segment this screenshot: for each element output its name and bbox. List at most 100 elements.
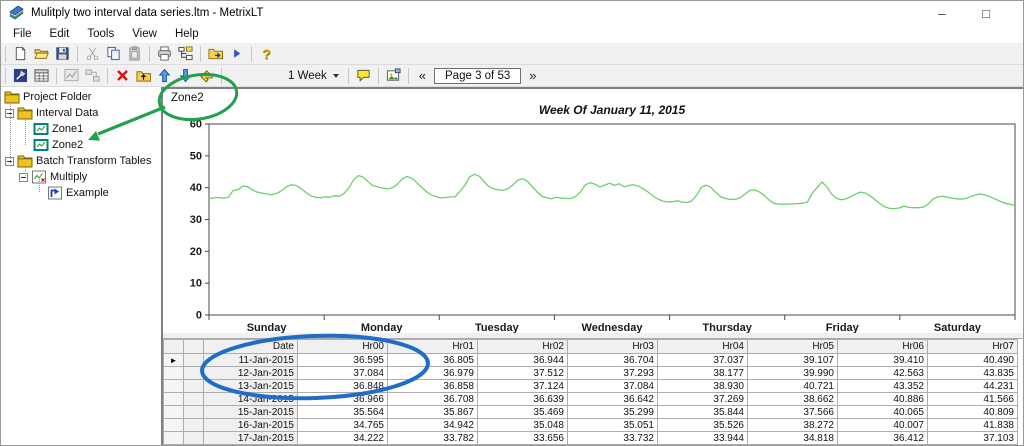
print-button[interactable] xyxy=(154,44,175,63)
value-cell[interactable]: 36.858 xyxy=(388,380,478,393)
value-cell[interactable]: 35.844 xyxy=(658,406,748,419)
empty-cell[interactable] xyxy=(658,445,748,446)
value-cell[interactable]: 33.782 xyxy=(388,432,478,445)
value-cell[interactable]: 36.805 xyxy=(388,354,478,367)
value-cell[interactable]: 41.838 xyxy=(928,419,1018,432)
value-cell[interactable]: 36.966 xyxy=(298,393,388,406)
column-header-date[interactable]: Date xyxy=(204,340,298,354)
new-button[interactable] xyxy=(10,44,31,63)
date-cell[interactable]: 12-Jan-2015 xyxy=(204,367,298,380)
value-cell[interactable]: 37.566 xyxy=(748,406,838,419)
value-cell[interactable]: 33.656 xyxy=(478,432,568,445)
value-cell[interactable]: 36.642 xyxy=(568,393,658,406)
value-cell[interactable]: 38.272 xyxy=(748,419,838,432)
row-header-spacer[interactable] xyxy=(184,367,204,380)
value-cell[interactable]: 38.177 xyxy=(658,367,748,380)
value-cell[interactable]: 36.412 xyxy=(838,432,928,445)
row-indicator-cell[interactable] xyxy=(164,393,184,406)
value-cell[interactable]: 39.990 xyxy=(748,367,838,380)
value-cell[interactable]: 37.512 xyxy=(478,367,568,380)
column-header-hr00[interactable]: Hr00 xyxy=(298,340,388,354)
value-cell[interactable]: 36.944 xyxy=(478,354,568,367)
value-cell[interactable]: 36.639 xyxy=(478,393,568,406)
empty-cell[interactable] xyxy=(568,445,658,446)
empty-cell[interactable] xyxy=(388,445,478,446)
date-cell[interactable]: 13-Jan-2015 xyxy=(204,380,298,393)
menu-help[interactable]: Help xyxy=(166,27,208,42)
empty-cell[interactable] xyxy=(478,445,568,446)
column-header-hr04[interactable]: Hr04 xyxy=(658,340,748,354)
copy-button[interactable] xyxy=(103,44,124,63)
minimize-button[interactable]: – xyxy=(927,3,957,23)
value-cell[interactable]: 38.662 xyxy=(748,393,838,406)
row-header-spacer[interactable] xyxy=(184,380,204,393)
data-table-button[interactable] xyxy=(31,66,52,85)
value-cell[interactable]: 39.410 xyxy=(838,354,928,367)
value-cell[interactable]: 35.526 xyxy=(658,419,748,432)
page-indicator[interactable]: Page 3 of 53 xyxy=(434,68,521,84)
export-folder-button[interactable] xyxy=(205,44,226,63)
row-indicator-cell[interactable] xyxy=(164,432,184,445)
date-cell[interactable]: 15-Jan-2015 xyxy=(204,406,298,419)
column-header-hr02[interactable]: Hr02 xyxy=(478,340,568,354)
menu-view[interactable]: View xyxy=(123,27,166,42)
empty-cell[interactable] xyxy=(928,445,1018,446)
column-header-hr07[interactable]: Hr07 xyxy=(928,340,1018,354)
empty-cell[interactable] xyxy=(748,445,838,446)
value-cell[interactable]: 40.065 xyxy=(838,406,928,419)
range-dropdown[interactable]: 1 Week xyxy=(283,69,344,83)
value-cell[interactable]: 35.048 xyxy=(478,419,568,432)
value-cell[interactable]: 36.979 xyxy=(388,367,478,380)
value-cell[interactable]: 37.269 xyxy=(658,393,748,406)
delete-button[interactable] xyxy=(112,66,133,85)
open-button[interactable] xyxy=(31,44,52,63)
menu-file[interactable]: File xyxy=(4,27,41,42)
save-button[interactable] xyxy=(52,44,73,63)
value-cell[interactable]: 34.765 xyxy=(298,419,388,432)
empty-cell[interactable] xyxy=(838,445,928,446)
collapse-box-icon[interactable] xyxy=(19,173,28,182)
value-cell[interactable]: 35.051 xyxy=(568,419,658,432)
value-cell[interactable]: 36.708 xyxy=(388,393,478,406)
maximize-button[interactable]: □ xyxy=(971,3,1001,23)
date-cell[interactable]: 17-Jan-2015 xyxy=(204,432,298,445)
value-cell[interactable]: 36.848 xyxy=(298,380,388,393)
row-header-spacer[interactable] xyxy=(184,406,204,419)
move-up-button[interactable] xyxy=(154,66,175,85)
empty-cell[interactable] xyxy=(298,445,388,446)
corner-header[interactable] xyxy=(164,340,184,354)
value-cell[interactable]: 41.566 xyxy=(928,393,1018,406)
move-down-button[interactable] xyxy=(175,66,196,85)
value-cell[interactable]: 35.299 xyxy=(568,406,658,419)
value-cell[interactable]: 44.231 xyxy=(928,380,1018,393)
row-header-spacer[interactable] xyxy=(184,419,204,432)
tree-item-example[interactable]: Example xyxy=(1,185,161,201)
date-cell[interactable]: 16-Jan-2015 xyxy=(204,419,298,432)
value-cell[interactable]: 37.293 xyxy=(568,367,658,380)
empty-cell[interactable] xyxy=(204,445,298,446)
menu-tools[interactable]: Tools xyxy=(78,27,123,42)
value-cell[interactable]: 35.867 xyxy=(388,406,478,419)
column-header-hr06[interactable]: Hr06 xyxy=(838,340,928,354)
comment-button[interactable] xyxy=(353,66,374,85)
export-image-button[interactable] xyxy=(383,66,404,85)
row-indicator-cell[interactable] xyxy=(164,380,184,393)
run-button[interactable] xyxy=(226,44,247,63)
row-header-spacer[interactable] xyxy=(184,432,204,445)
row-header-spacer[interactable] xyxy=(184,393,204,406)
goto-button[interactable] xyxy=(196,66,217,85)
value-cell[interactable]: 37.103 xyxy=(928,432,1018,445)
row-indicator-cell[interactable] xyxy=(164,367,184,380)
value-cell[interactable]: 34.942 xyxy=(388,419,478,432)
value-cell[interactable]: 37.084 xyxy=(568,380,658,393)
value-cell[interactable]: 37.084 xyxy=(298,367,388,380)
row-header-spacer[interactable] xyxy=(184,354,204,367)
value-cell[interactable]: 34.818 xyxy=(748,432,838,445)
value-cell[interactable]: 40.490 xyxy=(928,354,1018,367)
series-list-button[interactable] xyxy=(175,44,196,63)
wizard-button[interactable] xyxy=(10,66,31,85)
value-cell[interactable]: 42.563 xyxy=(838,367,928,380)
value-cell[interactable]: 35.469 xyxy=(478,406,568,419)
value-cell[interactable]: 35.564 xyxy=(298,406,388,419)
current-row-indicator[interactable]: ► xyxy=(164,354,184,367)
